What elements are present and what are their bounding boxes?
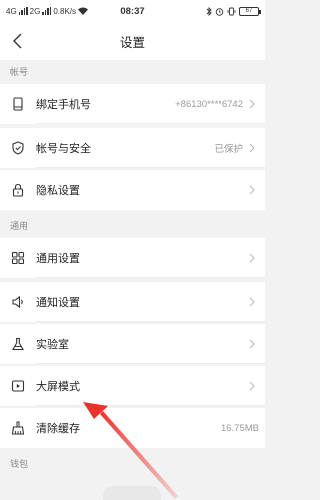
network-speed: 0.8K/s [53,6,77,16]
settings-item-label: 绑定手机号 [36,99,91,111]
settings-item-big-screen-mode[interactable]: 大屏模式 [0,366,265,406]
chevron-right-icon [249,170,265,210]
page-title: 设置 [119,35,145,50]
chevron-right-icon [249,324,265,364]
chevron-right-icon [249,128,265,168]
section-header-wallet: 钱包 [0,452,265,476]
play-screen-icon [0,366,36,406]
status-time: 08:37 [120,5,145,17]
home-indicator [103,486,161,500]
navigation-bar: 设置 [0,22,265,60]
settings-item-notifications[interactable]: 通知设置 [0,282,265,322]
signal-icon [18,7,28,15]
settings-item-account-security[interactable]: 帐号与安全 已保护 [0,128,265,168]
settings-item-general-settings[interactable]: 通用设置 [0,238,265,278]
chevron-left-icon [13,33,22,49]
broom-icon [0,408,36,448]
settings-item-label: 通用设置 [36,253,80,265]
battery-icon: 67 [239,6,261,16]
section-header-account: 帐号 [0,60,265,84]
wifi-icon [78,7,89,15]
lock-icon [0,170,36,210]
shield-icon [0,128,36,168]
settings-item-bind-phone[interactable]: 绑定手机号 +86130****6742 [0,84,265,124]
settings-item-value: 已保护 [214,144,243,155]
settings-item-label: 大屏模式 [36,381,80,393]
grid-icon [0,238,36,278]
settings-item-value: 16.75MB [220,422,259,434]
bluetooth-icon [206,6,212,16]
alarm-icon [215,7,224,16]
phone-icon [0,84,36,124]
battery-level: 67 [245,8,253,14]
speaker-icon [0,282,36,322]
settings-item-label: 清除缓存 [36,423,80,435]
flask-icon [0,324,36,364]
status-right: 67 [164,6,261,16]
chevron-right-icon [249,366,265,406]
settings-item-lab[interactable]: 实验室 [0,324,265,364]
back-button[interactable] [6,29,30,53]
settings-item-label: 隐私设置 [36,185,80,197]
chevron-right-icon [249,238,265,278]
status-left: 4G 2G 0.8K/s [6,7,101,16]
chevron-right-icon [249,282,265,322]
settings-item-label: 通知设置 [36,297,80,309]
section-header-general: 通用 [0,214,265,238]
settings-item-clear-cache[interactable]: 清除缓存 16.75MB [0,408,265,448]
network-2g-label: 2G [29,6,41,16]
status-bar: 4G 2G 0.8K/s 08:37 67 [0,0,265,22]
settings-item-label: 实验室 [36,339,69,351]
network-4g-label: 4G [6,6,17,16]
settings-item-privacy[interactable]: 隐私设置 [0,170,265,210]
signal-icon [42,7,52,15]
settings-item-label: 帐号与安全 [36,143,91,155]
chevron-right-icon [249,84,265,124]
settings-item-value: +86130****6742 [175,98,243,110]
vibrate-icon [227,7,236,15]
